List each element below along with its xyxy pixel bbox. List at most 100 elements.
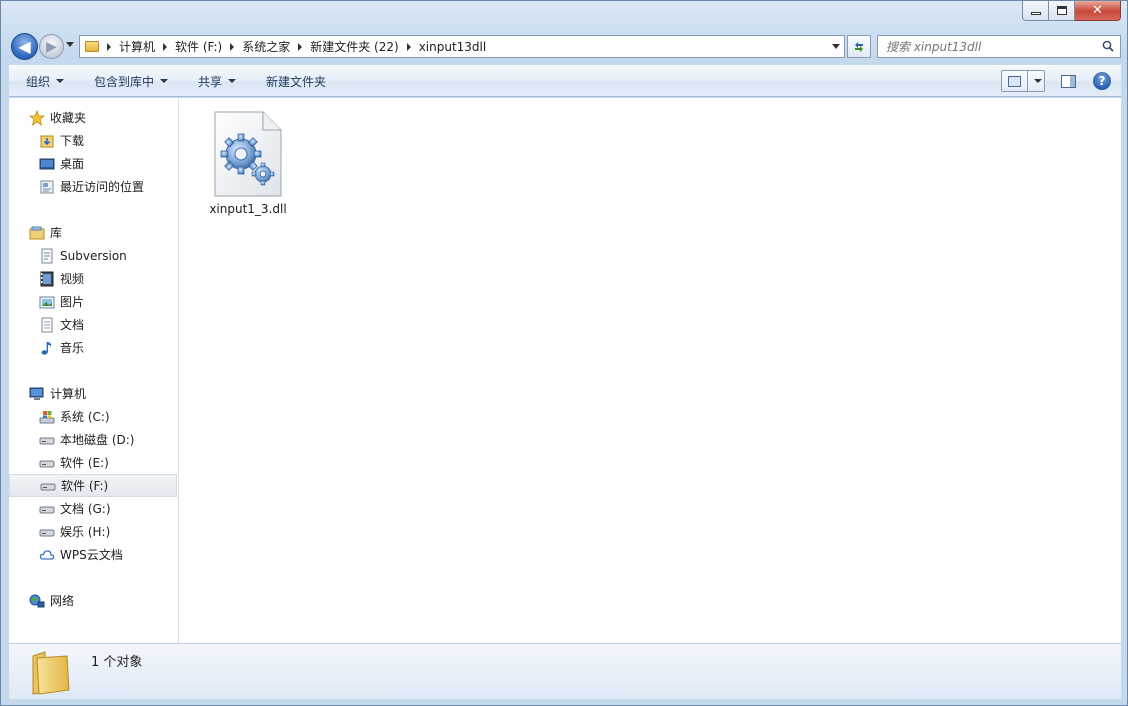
sidebar-group-computer[interactable]: 计算机	[9, 382, 177, 405]
refresh-icon	[855, 41, 863, 52]
breadcrumb-computer[interactable]: 计算机	[119, 38, 155, 55]
chevron-right-icon[interactable]	[230, 42, 235, 51]
maximize-icon	[1056, 6, 1067, 15]
sidebar-group-network[interactable]: 网络	[9, 589, 177, 612]
sidebar-item-downloads[interactable]: 下载	[9, 129, 177, 152]
forward-button[interactable]: ▶	[39, 34, 64, 59]
chevron-right-icon[interactable]	[406, 42, 411, 51]
chevron-down-icon[interactable]	[1034, 79, 1042, 83]
hard-drive-icon	[40, 478, 56, 494]
forward-arrow-icon: ▶	[46, 38, 57, 55]
sidebar-item-videos[interactable]: 视频	[9, 267, 177, 290]
search-box[interactable]	[877, 35, 1121, 58]
organize-menu[interactable]: 组织	[15, 66, 75, 96]
cloud-icon	[39, 547, 55, 563]
breadcrumb-current[interactable]: xinput13dll	[419, 40, 487, 54]
maximize-button[interactable]	[1049, 1, 1075, 21]
include-in-library-label: 包含到库中	[94, 74, 155, 89]
details-pane: 1 个对象	[9, 643, 1121, 699]
system-drive-icon	[39, 409, 55, 425]
file-item[interactable]: xinput1_3.dll	[203, 110, 293, 216]
change-view-button[interactable]	[1001, 70, 1045, 92]
sidebar-item-drive-h[interactable]: 娱乐 (H:)	[9, 520, 177, 543]
view-separator	[1027, 71, 1028, 91]
new-folder-button[interactable]: 新建文件夹	[255, 66, 337, 96]
sidebar-item-label: 桌面	[60, 157, 85, 171]
file-list-pane: xinput1_3.dll	[179, 98, 1121, 643]
search-input[interactable]	[886, 39, 1096, 54]
sidebar-item-wps-cloud[interactable]: WPS云文档	[9, 543, 177, 566]
share-label: 共享	[198, 74, 223, 89]
sidebar-item-label: 视频	[60, 272, 85, 286]
sidebar-item-subversion[interactable]: Subversion	[9, 244, 177, 267]
music-note-icon	[39, 340, 55, 356]
sidebar-item-label: 最近访问的位置	[60, 180, 145, 194]
pictures-icon	[39, 294, 55, 310]
sidebar-group-label: 网络	[50, 594, 75, 608]
recent-places-icon	[39, 179, 55, 195]
sidebar-item-documents[interactable]: 文档	[9, 313, 177, 336]
new-folder-label: 新建文件夹	[266, 74, 327, 89]
breadcrumb-xitongzhijia[interactable]: 系统之家	[242, 38, 290, 55]
back-button[interactable]: ◀	[11, 33, 38, 60]
downloads-folder-icon	[39, 133, 55, 149]
sidebar-item-label: 本地磁盘 (D:)	[60, 433, 135, 447]
item-count: 1 个对象	[91, 655, 143, 670]
sidebar-item-label: 软件 (E:)	[60, 456, 109, 470]
sidebar-item-label: 图片	[60, 295, 85, 309]
sidebar-item-recent-places[interactable]: 最近访问的位置	[9, 175, 177, 198]
hard-drive-icon	[39, 432, 55, 448]
explorer-window: ✕ ◀ ▶ 计算机 软件 (F:) 系统之家 新建文件夹 (22) xinput…	[0, 0, 1128, 706]
sidebar-item-label: Subversion	[60, 248, 127, 263]
sidebar-item-music[interactable]: 音乐	[9, 336, 177, 359]
help-icon: ?	[1098, 74, 1106, 88]
sidebar-item-label: 文档	[60, 318, 85, 332]
refresh-button[interactable]	[847, 35, 871, 58]
documents-icon	[39, 317, 55, 333]
chevron-down-icon	[228, 79, 237, 83]
sidebar-item-drive-d[interactable]: 本地磁盘 (D:)	[9, 428, 177, 451]
recent-pages-dropdown[interactable]	[66, 42, 74, 47]
hard-drive-icon	[39, 524, 55, 540]
sidebar-item-label: 软件 (F:)	[61, 479, 109, 493]
sidebar-group-label: 收藏夹	[50, 111, 87, 125]
minimize-button[interactable]	[1022, 1, 1049, 21]
network-icon	[29, 593, 45, 609]
computer-icon	[29, 386, 45, 402]
video-icon	[39, 271, 55, 287]
search-icon[interactable]	[1102, 40, 1114, 52]
address-dropdown[interactable]	[832, 44, 840, 49]
folder-icon	[29, 650, 73, 696]
close-button[interactable]: ✕	[1075, 1, 1121, 21]
sidebar-item-pictures[interactable]: 图片	[9, 290, 177, 313]
hard-drive-icon	[39, 501, 55, 517]
sidebar-item-drive-f[interactable]: 软件 (F:)	[9, 474, 177, 497]
sidebar-item-drive-c[interactable]: 系统 (C:)	[9, 405, 177, 428]
sidebar-item-label: 系统 (C:)	[60, 410, 110, 424]
sidebar-item-label: 娱乐 (H:)	[60, 525, 111, 539]
chevron-right-icon[interactable]	[107, 42, 111, 51]
sidebar-group-favorites[interactable]: 收藏夹	[9, 106, 177, 129]
sidebar-item-drive-g[interactable]: 文档 (G:)	[9, 497, 177, 520]
breadcrumb-new-folder-22[interactable]: 新建文件夹 (22)	[310, 38, 398, 55]
help-button[interactable]: ?	[1093, 72, 1111, 90]
sidebar-item-drive-e[interactable]: 软件 (E:)	[9, 451, 177, 474]
breadcrumb-drive-f[interactable]: 软件 (F:)	[175, 38, 222, 55]
view-icon	[1008, 75, 1021, 87]
sidebar-group-libraries[interactable]: 库	[9, 221, 177, 244]
chevron-down-icon	[160, 79, 169, 83]
sidebar-item-desktop[interactable]: 桌面	[9, 152, 177, 175]
include-in-library-menu[interactable]: 包含到库中	[83, 66, 179, 96]
share-menu[interactable]: 共享	[187, 66, 247, 96]
navigation-bar: ◀ ▶ 计算机 软件 (F:) 系统之家 新建文件夹 (22) xinput13…	[11, 33, 1121, 61]
sidebar-item-label: 文档 (G:)	[60, 502, 111, 516]
preview-pane-button[interactable]	[1057, 70, 1079, 92]
caption-buttons: ✕	[1022, 1, 1121, 21]
back-arrow-icon: ◀	[18, 37, 31, 56]
chevron-right-icon[interactable]	[298, 42, 303, 51]
view-controls: ?	[1001, 70, 1111, 92]
minimize-icon	[1030, 12, 1041, 15]
address-bar[interactable]: 计算机 软件 (F:) 系统之家 新建文件夹 (22) xinput13dll	[79, 35, 845, 58]
library-icon	[29, 225, 45, 241]
chevron-right-icon[interactable]	[163, 42, 168, 51]
